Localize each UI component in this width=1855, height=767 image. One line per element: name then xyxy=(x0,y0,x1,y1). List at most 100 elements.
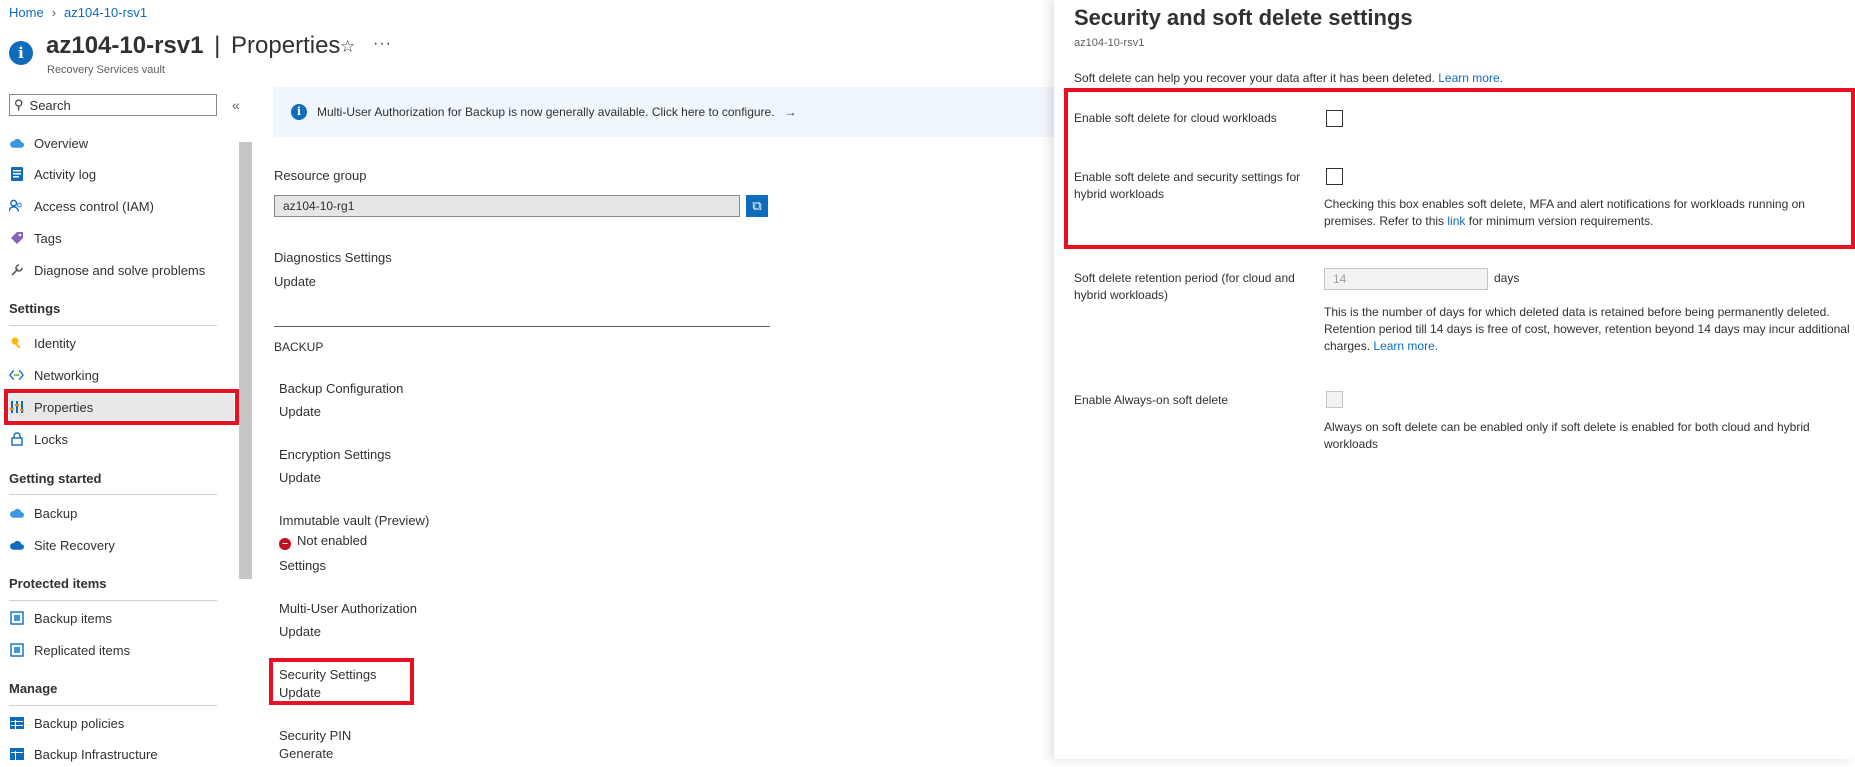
immutable-status-text: Not enabled xyxy=(297,533,368,548)
sidebar-item-backup-items[interactable]: Backup items xyxy=(9,605,234,631)
backup-config-label: Backup Configuration xyxy=(279,381,404,396)
favorite-star-icon[interactable]: ☆ xyxy=(340,37,355,57)
vault-info-icon: i xyxy=(9,41,33,65)
resource-group-field[interactable]: az104-10-rg1 xyxy=(274,195,740,217)
nav-group-getting-started: Getting started xyxy=(9,471,102,486)
nav-group-divider xyxy=(9,494,217,495)
arrow-right-icon: → xyxy=(784,105,797,119)
backup-heading: BACKUP xyxy=(274,340,324,354)
sidebar-item-tags[interactable]: Tags xyxy=(9,225,234,251)
sidebar-item-label: Overview xyxy=(34,135,89,151)
always-on-checkbox[interactable] xyxy=(1326,391,1343,408)
panel-subtitle: az104-10-rsv1 xyxy=(1074,37,1145,49)
sidebar-item-overview[interactable]: Overview xyxy=(9,130,234,156)
sidebar-item-locks[interactable]: Locks xyxy=(9,426,234,452)
backup-config-update-link[interactable]: Update xyxy=(279,404,321,419)
retention-days-input[interactable]: 14 xyxy=(1324,268,1488,290)
mua-banner[interactable]: i Multi-User Authorization for Backup is… xyxy=(273,87,1055,137)
breadcrumb: Home › az104-10-rsv1 xyxy=(9,5,147,20)
sidebar-item-identity[interactable]: Identity xyxy=(9,330,234,356)
immutable-status: – Not enabled xyxy=(279,533,367,550)
info-icon: i xyxy=(291,104,307,120)
always-on-help-text: Always on soft delete can be enabled onl… xyxy=(1324,420,1810,451)
log-icon xyxy=(9,167,24,182)
collapse-sidebar-icon[interactable]: « xyxy=(232,97,240,113)
sidebar-item-label: Backup xyxy=(34,505,78,521)
sidebar-item-diagnose[interactable]: Diagnose and solve problems xyxy=(9,257,234,283)
sidebar-item-label: Networking xyxy=(34,367,100,383)
security-settings-highlight-box xyxy=(269,658,414,705)
sidebar-search-input[interactable]: ⚲ Search xyxy=(9,94,217,116)
copy-icon: ⧉ xyxy=(752,198,762,213)
resource-group-label: Resource group xyxy=(274,168,367,183)
security-pin-label: Security PIN xyxy=(279,728,352,743)
sidebar-item-label: Backup policies xyxy=(34,715,125,731)
soft-delete-highlight-box xyxy=(1064,88,1855,249)
panel-intro-text: Soft delete can help you recover your da… xyxy=(1074,71,1435,85)
blocked-icon: – xyxy=(279,538,291,550)
search-icon: ⚲ xyxy=(14,97,24,112)
more-options-icon[interactable]: ··· xyxy=(373,35,392,53)
sidebar-item-networking[interactable]: Networking xyxy=(9,362,234,388)
nav-group-divider xyxy=(9,325,217,326)
diagnostics-update-link[interactable]: Update xyxy=(274,274,316,289)
people-icon xyxy=(9,199,24,214)
key-icon xyxy=(9,336,24,351)
retention-label: Soft delete retention period (for cloud … xyxy=(1074,271,1295,302)
search-placeholder: Search xyxy=(29,97,71,113)
page-title: az104-10-rsv1 | Properties xyxy=(46,32,340,60)
wrench-icon xyxy=(9,263,24,278)
always-on-label: Enable Always-on soft delete xyxy=(1074,393,1229,407)
sidebar-item-backup-policies[interactable]: Backup policies xyxy=(9,710,234,736)
sidebar-item-activity-log[interactable]: Activity log xyxy=(9,161,234,187)
retention-unit: days xyxy=(1494,271,1520,285)
sidebar-item-label: Backup items xyxy=(34,610,113,626)
encryption-label: Encryption Settings xyxy=(279,447,392,462)
cloud-icon xyxy=(9,136,24,151)
tag-icon xyxy=(9,231,24,246)
backup-items-icon xyxy=(9,611,24,626)
sidebar-item-access-control[interactable]: Access control (IAM) xyxy=(9,193,234,219)
section-divider xyxy=(274,326,770,327)
replicated-items-icon xyxy=(9,643,24,658)
panel-title: Security and soft delete settings xyxy=(1074,5,1413,30)
panel-intro: Soft delete can help you recover your da… xyxy=(1074,70,1503,87)
sidebar-item-label: Activity log xyxy=(34,166,97,182)
nav-group-divider xyxy=(9,705,217,706)
breadcrumb-vault-link[interactable]: az104-10-rsv1 xyxy=(64,5,147,20)
network-icon xyxy=(9,368,24,383)
immutable-settings-link[interactable]: Settings xyxy=(279,558,326,573)
infrastructure-icon xyxy=(9,747,24,762)
page-subtitle: Recovery Services vault xyxy=(47,64,165,76)
sidebar-item-label: Tags xyxy=(34,230,62,246)
section-name: Properties xyxy=(231,32,341,59)
diagnostics-label: Diagnostics Settings xyxy=(274,250,392,265)
retention-learn-more-link[interactable]: Learn more. xyxy=(1373,339,1438,353)
sidebar-item-backup-infrastructure[interactable]: Backup Infrastructure xyxy=(9,741,234,767)
chevron-right-icon: › xyxy=(51,5,57,20)
sidebar-item-replicated-items[interactable]: Replicated items xyxy=(9,637,234,663)
sidebar-item-label: Access control (IAM) xyxy=(34,198,154,214)
title-separator: | xyxy=(214,32,221,59)
nav-group-settings: Settings xyxy=(9,301,61,316)
sidebar-item-label: Site Recovery xyxy=(34,537,115,553)
sidebar-item-backup[interactable]: Backup xyxy=(9,500,234,526)
site-recovery-icon xyxy=(9,538,24,553)
nav-group-manage: Manage xyxy=(9,681,58,696)
lock-icon xyxy=(9,432,24,447)
breadcrumb-home-link[interactable]: Home xyxy=(9,5,44,20)
sidebar-item-label: Diagnose and solve problems xyxy=(34,262,206,278)
sidebar-item-label: Backup Infrastructure xyxy=(34,746,158,762)
sidebar-item-label: Locks xyxy=(34,431,68,447)
sidebar-item-label: Identity xyxy=(34,335,76,351)
retention-help-text: This is the number of days for which del… xyxy=(1324,304,1851,355)
copy-button[interactable]: ⧉ xyxy=(746,195,768,217)
sidebar-scrollbar[interactable] xyxy=(239,142,252,579)
mua-update-link[interactable]: Update xyxy=(279,624,321,639)
panel-intro-learn-more-link[interactable]: Learn more. xyxy=(1438,71,1503,85)
sidebar-item-site-recovery[interactable]: Site Recovery xyxy=(9,532,234,558)
resource-name: az104-10-rsv1 xyxy=(46,32,204,59)
encryption-update-link[interactable]: Update xyxy=(279,470,321,485)
sidebar-item-label: Replicated items xyxy=(34,642,131,658)
immutable-vault-label: Immutable vault (Preview) xyxy=(279,513,430,528)
